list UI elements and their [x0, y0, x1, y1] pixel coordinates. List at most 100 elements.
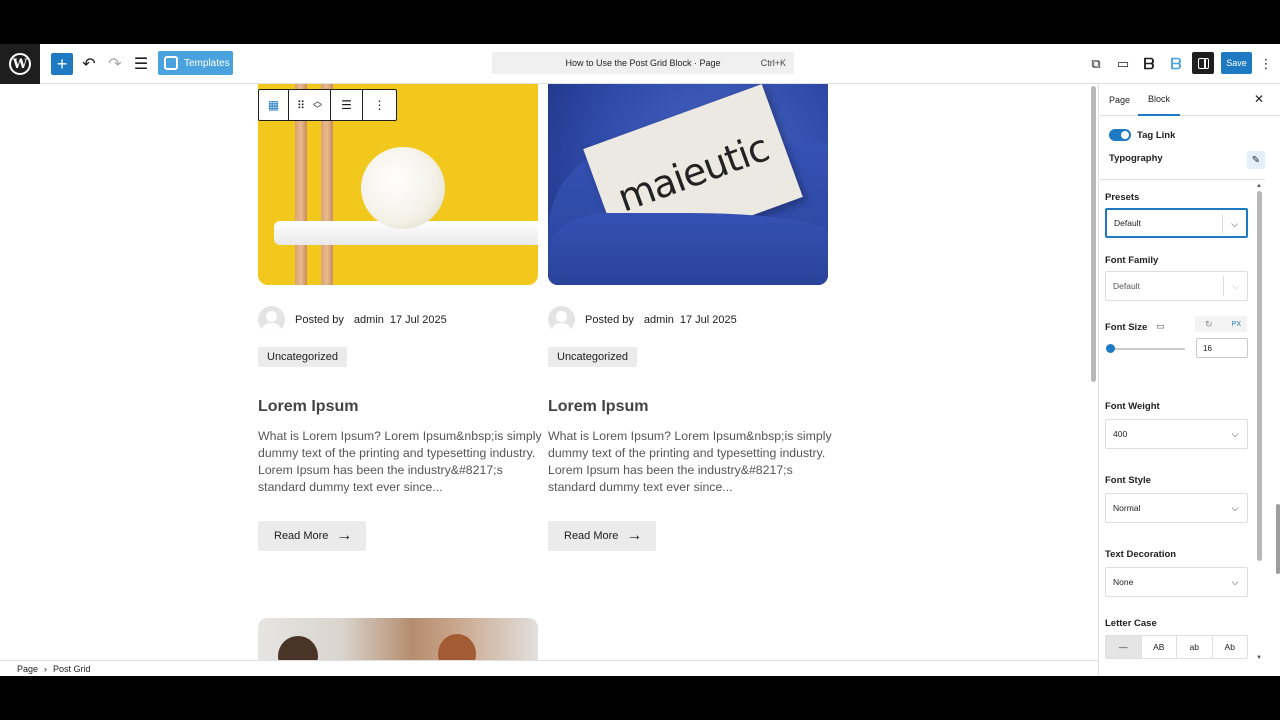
- chevron-down-icon: ⌵: [1222, 214, 1246, 234]
- drag-handle-icon[interactable]: ⠿: [297, 99, 305, 112]
- font-size-label: Font Size: [1105, 322, 1148, 333]
- letter-case-group: — AB ab Ab: [1105, 635, 1248, 659]
- desktop-icon[interactable]: ▭: [1156, 321, 1165, 332]
- breadcrumb-item-page[interactable]: Page: [17, 664, 38, 674]
- block-type-button[interactable]: ▦: [259, 90, 289, 120]
- plugin-blue-button[interactable]: ᗷ: [1166, 54, 1186, 74]
- font-weight-label: Font Weight: [1105, 401, 1160, 412]
- typography-panel: Presets Default ⌵ Font Family Default ⌵ …: [1099, 179, 1265, 676]
- kebab-icon: ⋮: [1259, 56, 1273, 71]
- sidebar-icon: [1197, 57, 1209, 69]
- wordpress-logo-button[interactable]: W: [0, 44, 40, 84]
- font-size-unit[interactable]: PX: [1232, 321, 1241, 328]
- close-sidebar-button[interactable]: ✕: [1254, 92, 1264, 106]
- arrow-right-icon: →: [626, 527, 643, 544]
- scrollbar-thumb[interactable]: [1257, 191, 1262, 561]
- templates-logo-icon: [164, 56, 178, 70]
- settings-toggle-button[interactable]: [1192, 52, 1214, 74]
- letter-case-upper-button[interactable]: AB: [1142, 636, 1177, 658]
- post-image[interactable]: [258, 618, 538, 660]
- author-link[interactable]: admin: [354, 314, 384, 326]
- text-decoration-select[interactable]: None ⌵: [1105, 567, 1248, 597]
- tag-link-label: Tag Link: [1137, 129, 1176, 141]
- image-detail: [361, 147, 445, 229]
- scroll-up-icon[interactable]: ▲: [1256, 183, 1262, 189]
- category-badge[interactable]: Uncategorized: [548, 347, 637, 367]
- list-view-button[interactable]: ☰: [132, 52, 150, 76]
- panel-scrollbar[interactable]: ▲ ▼: [1256, 183, 1262, 661]
- typography-edit-button[interactable]: ✎: [1247, 151, 1265, 169]
- font-size-slider[interactable]: [1106, 344, 1185, 353]
- align-button[interactable]: ☰: [331, 90, 363, 120]
- list-view-icon: ☰: [133, 56, 149, 73]
- font-weight-select[interactable]: 400 ⌵: [1105, 419, 1248, 449]
- typography-label: Typography: [1109, 153, 1163, 164]
- slider-handle[interactable]: [1106, 344, 1115, 353]
- sidebar-scrollbar[interactable]: [1275, 84, 1280, 676]
- move-controls: ⠿ ︿ ﹀: [289, 90, 331, 120]
- post-image[interactable]: maieutic: [548, 84, 828, 285]
- align-wide-icon: ☰: [341, 98, 352, 112]
- reset-icon[interactable]: ↻: [1205, 319, 1213, 330]
- command-palette-button[interactable]: How to Use the Post Grid Block · Page Ct…: [492, 52, 794, 74]
- document-title: How to Use the Post Grid Block · Page: [565, 58, 721, 68]
- image-card-text: maieutic: [611, 125, 775, 221]
- templates-button[interactable]: Templates: [158, 51, 233, 75]
- post-date: 17 Jul 2025: [389, 313, 447, 326]
- scrollbar-thumb[interactable]: [1276, 504, 1280, 574]
- letter-case-label: Letter Case: [1105, 618, 1157, 629]
- kebab-icon: ⋮: [373, 98, 386, 112]
- font-size-input[interactable]: 16: [1196, 338, 1248, 358]
- breadcrumb-item-post-grid[interactable]: Post Grid: [53, 664, 91, 674]
- redo-button[interactable]: ↷: [106, 52, 124, 76]
- post-excerpt: What is Lorem Ipsum? Lorem Ipsum&nbsp;is…: [548, 429, 832, 494]
- view-page-button[interactable]: ⧉: [1086, 54, 1106, 74]
- plugin-dark-button[interactable]: ᗷ: [1139, 54, 1159, 74]
- editor-canvas[interactable]: Posted by admin 17 Jul 2025 Uncategorize…: [0, 84, 1098, 660]
- plugin-b-icon: ᗷ: [1143, 55, 1155, 73]
- device-preview-button[interactable]: ▭: [1113, 54, 1133, 74]
- presets-select[interactable]: Default ⌵: [1105, 208, 1248, 238]
- scroll-down-icon[interactable]: ▼: [1256, 655, 1262, 661]
- tab-page[interactable]: Page: [1109, 84, 1130, 116]
- options-menu-button[interactable]: ⋮: [1259, 54, 1273, 74]
- font-family-select[interactable]: Default ⌵: [1105, 271, 1248, 301]
- read-more-button[interactable]: Read More →: [548, 521, 656, 551]
- tag-link-toggle[interactable]: [1109, 129, 1131, 141]
- image-detail: [278, 636, 318, 660]
- undo-button[interactable]: ↶: [80, 52, 98, 76]
- block-options-button[interactable]: ⋮: [363, 90, 396, 120]
- editor-toolbar: W + ↶ ↷ ☰ Templates How to Use the Post …: [0, 44, 1280, 84]
- letter-case-none-button[interactable]: —: [1106, 636, 1142, 658]
- sidebar-tabs: Page Block ✕: [1099, 84, 1280, 116]
- post-title[interactable]: Lorem Ipsum: [548, 398, 648, 416]
- add-block-button[interactable]: +: [51, 53, 73, 75]
- read-more-button[interactable]: Read More →: [258, 521, 366, 551]
- scrollbar-thumb[interactable]: [1091, 86, 1096, 382]
- category-badge[interactable]: Uncategorized: [258, 347, 347, 367]
- tab-block[interactable]: Block: [1138, 84, 1180, 116]
- author-link[interactable]: admin: [644, 314, 674, 326]
- text-decoration-value: None: [1113, 577, 1134, 587]
- move-up-down-icon[interactable]: ︿ ﹀: [313, 97, 322, 114]
- letter-case-lower-button[interactable]: ab: [1177, 636, 1213, 658]
- font-style-select[interactable]: Normal ⌵: [1105, 493, 1248, 523]
- plus-icon: +: [56, 54, 68, 74]
- shortcut-hint: Ctrl+K: [760, 58, 786, 68]
- image-detail: [548, 213, 828, 285]
- letter-case-capitalize-button[interactable]: Ab: [1213, 636, 1248, 658]
- chevron-down-icon: ⌵: [1223, 276, 1247, 296]
- font-family-label: Font Family: [1105, 255, 1159, 266]
- post-title[interactable]: Lorem Ipsum: [258, 398, 358, 416]
- desktop-icon: ▭: [1116, 56, 1130, 71]
- external-link-icon: ⧉: [1091, 56, 1101, 71]
- post-excerpt: What is Lorem Ipsum? Lorem Ipsum&nbsp;is…: [258, 429, 542, 494]
- chevron-down-icon: ⌵: [1231, 502, 1239, 513]
- chevron-down-icon: ⌵: [1231, 576, 1239, 587]
- chevron-right-icon: ›: [44, 663, 48, 674]
- canvas-scrollbar[interactable]: [1088, 84, 1098, 660]
- presets-label: Presets: [1105, 192, 1140, 203]
- save-button[interactable]: Save: [1221, 52, 1252, 74]
- image-detail: [438, 634, 476, 660]
- redo-icon: ↷: [108, 56, 122, 73]
